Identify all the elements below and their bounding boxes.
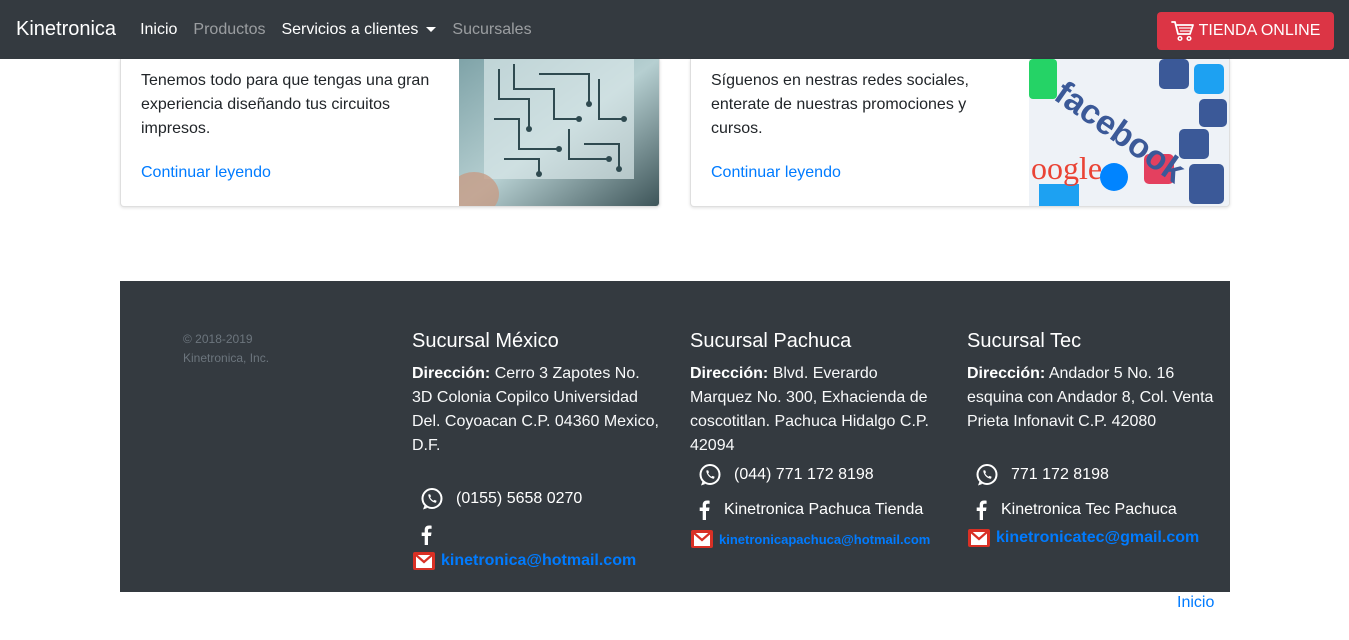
address-label: Dirección:: [412, 365, 491, 382]
navbar: Kinetronica Inicio Productos Servicios a…: [0, 0, 1349, 59]
facebook-icon: [976, 500, 987, 520]
gmail-icon: [691, 530, 713, 548]
email-row: kinetronica@hotmail.com: [413, 552, 636, 570]
email-link[interactable]: kinetronicapachuca@hotmail.com: [719, 532, 930, 547]
branch-pachuca: Sucursal Pachuca Dirección: Blvd. Everar…: [690, 328, 940, 458]
chevron-down-icon: [426, 27, 437, 32]
facebook-row[interactable]: Kinetronica Tec Pachuca: [975, 500, 1177, 520]
branch-address: Dirección: Cerro 3 Zapotes No. 3D Coloni…: [412, 362, 662, 458]
facebook-icon: [699, 500, 710, 520]
whatsapp-icon: [421, 488, 443, 510]
tienda-online-label: TIENDA ONLINE: [1198, 22, 1321, 39]
email-row: kinetronicatec@gmail.com: [968, 529, 1199, 547]
svg-text:oogle: oogle: [1031, 150, 1102, 186]
phone-number: (044) 771 172 8198: [734, 466, 874, 483]
nav-link-productos[interactable]: Productos: [193, 21, 265, 39]
nav-dropdown-label: Servicios a clientes: [281, 20, 419, 38]
branch-mexico: Sucursal México Dirección: Cerro 3 Zapot…: [412, 328, 662, 458]
card-social: Síguenos en nestras redes sociales, ente…: [690, 59, 1230, 207]
branch-address: Dirección: Andador 5 No. 16 esquina con …: [967, 362, 1217, 434]
branch-title: Sucursal Tec: [967, 330, 1082, 352]
phone-row: (044) 771 172 8198: [698, 463, 874, 487]
gmail-icon: [968, 529, 990, 547]
tienda-online-button[interactable]: TIENDA ONLINE: [1157, 12, 1334, 50]
phone-number: 771 172 8198: [1011, 466, 1109, 483]
address-label: Dirección:: [690, 365, 769, 382]
facebook-name: Kinetronica Tec Pachuca: [1001, 501, 1177, 518]
whatsapp-icon: [699, 464, 721, 486]
facebook-row[interactable]: [420, 525, 446, 545]
footer: © 2018-2019 Kinetronica, Inc. Sucursal M…: [120, 281, 1230, 592]
brand-logo[interactable]: Kinetronica: [16, 18, 116, 41]
facebook-icon: [421, 525, 432, 545]
copyright-years: © 2018-2019: [183, 332, 253, 346]
facebook-name: Kinetronica Pachuca Tienda: [724, 501, 924, 518]
nav-link-sucursales[interactable]: Sucursales: [452, 21, 531, 39]
phone-row: (0155) 5658 0270: [420, 487, 582, 511]
whatsapp-icon: [976, 464, 998, 486]
copyright-company: Kinetronica, Inc.: [183, 351, 270, 365]
cart-icon: [1170, 21, 1194, 42]
social-media-image: facebook oogle: [1029, 59, 1229, 206]
copyright: © 2018-2019 Kinetronica, Inc.: [183, 330, 333, 368]
facebook-row[interactable]: Kinetronica Pachuca Tienda: [698, 500, 923, 520]
continue-reading-link[interactable]: Continuar leyendo: [141, 164, 271, 182]
phone-row: 771 172 8198: [975, 463, 1109, 487]
nav-link-inicio[interactable]: Inicio: [140, 21, 177, 39]
email-link[interactable]: kinetronica@hotmail.com: [441, 552, 636, 570]
branch-tec: Sucursal Tec Dirección: Andador 5 No. 16…: [967, 328, 1217, 434]
card-text: Tenemos todo para que tengas una gran ex…: [141, 72, 430, 137]
phone-number: (0155) 5658 0270: [456, 490, 583, 507]
back-to-top-link[interactable]: Inicio: [1177, 594, 1214, 612]
email-link[interactable]: kinetronicatec@gmail.com: [996, 529, 1199, 547]
nav-dropdown-servicios[interactable]: Servicios a clientes: [281, 20, 437, 39]
card-pcb: Tenemos todo para que tengas una gran ex…: [120, 59, 660, 207]
gmail-icon: [413, 552, 435, 570]
email-row: kinetronicapachuca@hotmail.com: [691, 530, 930, 548]
continue-reading-link[interactable]: Continuar leyendo: [711, 164, 841, 182]
branch-title: Sucursal México: [412, 330, 559, 352]
card-text: Síguenos en nestras redes sociales, ente…: [711, 72, 969, 137]
branch-address: Dirección: Blvd. Everardo Marquez No. 30…: [690, 362, 940, 458]
pcb-image: [459, 59, 659, 206]
address-label: Dirección:: [967, 365, 1046, 382]
branch-title: Sucursal Pachuca: [690, 330, 852, 352]
